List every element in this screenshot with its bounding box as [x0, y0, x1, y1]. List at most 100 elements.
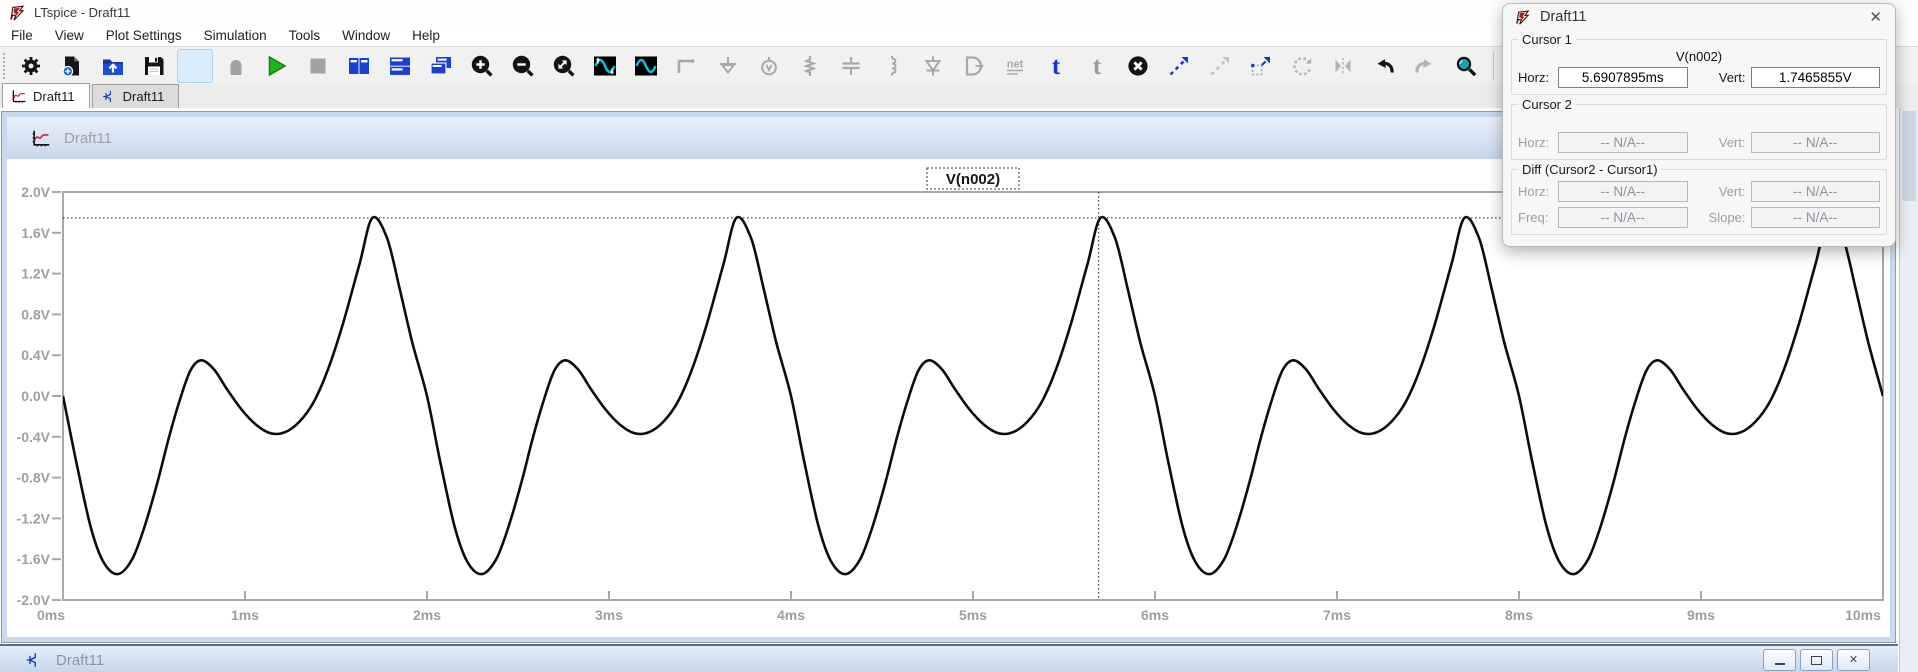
y-tick-label: -0.4V: [17, 429, 51, 445]
halt-icon: [306, 54, 330, 78]
cascade-windows-button[interactable]: [423, 49, 459, 83]
place-resistor-button[interactable]: [792, 49, 828, 83]
diff-horz-label: Horz:: [1518, 184, 1558, 199]
toolbar-separator: [1493, 52, 1494, 80]
run-icon: [265, 54, 289, 78]
tile-horizontal-button[interactable]: [382, 49, 418, 83]
menu-help[interactable]: Help: [401, 26, 451, 45]
cursor1-vert-input[interactable]: 1.7465855V: [1751, 67, 1881, 88]
x-tick-label: 0ms: [37, 607, 65, 623]
place-label-button[interactable]: [751, 49, 787, 83]
delete-button[interactable]: [1120, 49, 1156, 83]
cursor2-vert-field: -- N/A--: [1751, 132, 1881, 153]
place-capacitor-button[interactable]: [833, 49, 869, 83]
zoom-in-button[interactable]: [464, 49, 500, 83]
place-diode-button[interactable]: [915, 49, 951, 83]
y-tick-label: 2.0V: [21, 184, 50, 200]
drag-button[interactable]: [1202, 49, 1238, 83]
mirror-button[interactable]: [1325, 49, 1361, 83]
y-tick-label: -2.0V: [17, 592, 51, 608]
cursor-dialog-titlebar[interactable]: Draft11 ✕: [1503, 4, 1895, 30]
draw-wire-button[interactable]: [669, 49, 705, 83]
cursor1-horz-input[interactable]: 5.6907895ms: [1558, 67, 1688, 88]
dialog-close-button[interactable]: ✕: [1869, 8, 1882, 26]
menu-file[interactable]: File: [0, 26, 44, 45]
spice-directive-icon: t: [1085, 54, 1109, 78]
svg-text:net: net: [1007, 59, 1024, 71]
spice-directive-button[interactable]: t: [1079, 49, 1115, 83]
move-button[interactable]: [1161, 49, 1197, 83]
settings-gear-button[interactable]: [13, 49, 49, 83]
schematic-icon: [24, 651, 42, 669]
y-tick-label: 1.2V: [21, 266, 50, 282]
y-tick-label: 0.4V: [21, 347, 50, 363]
undo-button[interactable]: [1366, 49, 1402, 83]
waveform-plot-icon: [31, 129, 50, 148]
open-file-icon: [101, 54, 125, 78]
tile-vertical-icon: [347, 54, 371, 78]
close-button[interactable]: ✕: [1837, 649, 1870, 671]
waveform-plot-icon: [11, 89, 26, 104]
halt-button[interactable]: [300, 49, 336, 83]
y-tick-label: 0.0V: [21, 388, 50, 404]
x-tick-label: 4ms: [777, 607, 805, 623]
place-diode-icon: [921, 54, 945, 78]
zoom-extents-icon: [552, 54, 576, 78]
vertical-scrollbar[interactable]: [1899, 108, 1918, 672]
place-resistor-icon: [798, 54, 822, 78]
cursor1-horz-label: Horz:: [1518, 70, 1558, 85]
save-button[interactable]: [136, 49, 172, 83]
x-tick-label: 6ms: [1141, 607, 1169, 623]
place-text-button[interactable]: t: [1038, 49, 1074, 83]
minimize-button[interactable]: [1763, 649, 1796, 671]
waveform-pane-button[interactable]: [628, 49, 664, 83]
tab-waveform-draft11[interactable]: Draft11: [2, 83, 90, 108]
zoom-out-button[interactable]: [505, 49, 541, 83]
diff-vert-field: -- N/A--: [1751, 181, 1881, 202]
zoom-extents-button[interactable]: [546, 49, 582, 83]
blank-toggle-button[interactable]: [177, 49, 213, 83]
menu-window[interactable]: Window: [331, 26, 401, 45]
rotate-button[interactable]: [1284, 49, 1320, 83]
y-tick-label: 0.8V: [21, 306, 50, 322]
new-schematic-button[interactable]: [54, 49, 90, 83]
waveform-pane-icon: [634, 54, 658, 78]
restore-button[interactable]: [1800, 649, 1833, 671]
trace-label[interactable]: V(n002): [946, 171, 1000, 188]
scrollbar-thumb[interactable]: [1902, 111, 1916, 201]
menu-tools[interactable]: Tools: [278, 26, 332, 45]
label-net-button[interactable]: net: [997, 49, 1033, 83]
cursor-info-dialog[interactable]: Draft11 ✕ Cursor 1 V(n002) Horz: 5.69078…: [1502, 3, 1896, 247]
copy-button[interactable]: [1243, 49, 1279, 83]
save-icon: [142, 54, 166, 78]
menu-view[interactable]: View: [44, 26, 95, 45]
find-button[interactable]: [1448, 49, 1484, 83]
tab-label: Draft11: [123, 89, 165, 104]
y-tick-label: -0.8V: [17, 470, 51, 486]
menu-simulation[interactable]: Simulation: [193, 26, 278, 45]
settings-gear-icon: [19, 54, 43, 78]
autorange-waveform-button[interactable]: [587, 49, 623, 83]
app-title: LTspice - Draft11: [34, 5, 130, 20]
tile-horizontal-icon: [388, 54, 412, 78]
svg-text:t: t: [1093, 54, 1102, 78]
tile-vertical-button[interactable]: [341, 49, 377, 83]
tab-schematic-draft11[interactable]: Draft11: [92, 84, 180, 108]
toolbar-grip[interactable]: [3, 53, 9, 79]
place-ground-button[interactable]: [710, 49, 746, 83]
place-inductor-button[interactable]: [874, 49, 910, 83]
pause-button[interactable]: [218, 49, 254, 83]
cursor1-vert-label: Vert:: [1700, 70, 1751, 85]
find-icon: [1454, 54, 1478, 78]
schematic-window-titlebar[interactable]: Draft11 ✕: [0, 644, 1898, 672]
cascade-windows-icon: [429, 54, 453, 78]
menu-plot-settings[interactable]: Plot Settings: [95, 26, 193, 45]
place-ground-icon: [716, 54, 740, 78]
place-component-button[interactable]: [956, 49, 992, 83]
run-button[interactable]: [259, 49, 295, 83]
diff-slope-field: -- N/A--: [1751, 207, 1881, 228]
zoom-in-icon: [470, 54, 494, 78]
redo-button[interactable]: [1407, 49, 1443, 83]
diff-freq-label: Freq:: [1518, 210, 1558, 225]
open-file-button[interactable]: [95, 49, 131, 83]
